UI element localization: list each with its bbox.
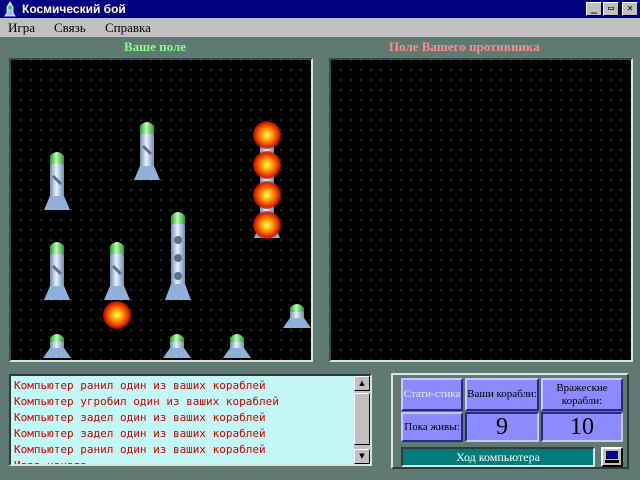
stats-header-label: Стати-стика xyxy=(401,378,463,411)
enemy-field[interactable] xyxy=(329,58,633,362)
minimize-button[interactable]: _ xyxy=(586,2,602,16)
computer-icon[interactable] xyxy=(601,447,623,467)
enemy-ships-label: Вражеские корабли: xyxy=(541,378,623,411)
turn-status: Ход компьютера xyxy=(401,447,595,467)
stats-panel: Стати-стика Ваши корабли: Вражеские кора… xyxy=(391,373,629,469)
scroll-down-icon[interactable]: ▼ xyxy=(354,449,370,464)
explosion-icon xyxy=(253,181,281,209)
menu-bar: Игра Связь Справка xyxy=(0,18,640,37)
title-bar: Космический бой _ ▭ ✕ xyxy=(0,0,640,18)
ship-1-deck xyxy=(223,334,251,358)
log-line: Компьютер задел один из ваших кораблей xyxy=(14,427,266,440)
own-field-title: Ваше поле xyxy=(124,39,187,54)
ship-1-deck xyxy=(283,304,311,328)
alive-label: Пока живы: xyxy=(401,412,463,442)
enemy-ships-count: 10 xyxy=(541,412,623,442)
menu-game[interactable]: Игра xyxy=(8,20,35,36)
ship-2-deck xyxy=(104,242,130,300)
log-scrollbar[interactable]: ▲ ▼ xyxy=(354,376,370,464)
menu-link[interactable]: Связь xyxy=(54,20,86,36)
log-list: Компьютер ранил один из ваших кораблей К… xyxy=(14,378,354,466)
log-line: Компьютер ранил один из ваших кораблей xyxy=(14,443,266,456)
rocket-icon xyxy=(4,1,16,17)
ship-2-deck xyxy=(44,242,70,300)
ship-2-deck xyxy=(44,152,70,210)
explosion-icon xyxy=(253,211,281,239)
explosion-icon xyxy=(253,121,281,149)
close-button[interactable]: ✕ xyxy=(622,2,638,16)
ship-2-deck xyxy=(134,122,160,180)
window-title: Космический бой xyxy=(22,2,126,16)
ship-1-deck xyxy=(43,334,71,358)
log-line: Компьютер задел один из ваших кораблей xyxy=(14,411,266,424)
scroll-up-icon[interactable]: ▲ xyxy=(354,376,370,391)
ship-3-deck xyxy=(165,212,191,300)
game-log: Компьютер ранил один из ваших кораблей К… xyxy=(9,374,372,466)
explosion-icon xyxy=(253,151,281,179)
enemy-field-title: Поле Вашего противника xyxy=(389,39,540,54)
menu-help[interactable]: Справка xyxy=(105,20,151,36)
log-line: Игра начата xyxy=(14,459,87,466)
log-line: Компьютер ранил один из ваших кораблей xyxy=(14,379,266,392)
computer-icon-glyph xyxy=(605,451,619,463)
maximize-button[interactable]: ▭ xyxy=(603,2,619,16)
scroll-thumb[interactable] xyxy=(354,393,370,445)
own-field[interactable] xyxy=(9,58,313,362)
log-line: Компьютер угробил один из ваших кораблей xyxy=(14,395,279,408)
your-ships-label: Ваши корабли: xyxy=(465,378,539,411)
your-ships-count: 9 xyxy=(465,412,539,442)
explosion-icon xyxy=(103,301,131,329)
ship-1-deck xyxy=(163,334,191,358)
